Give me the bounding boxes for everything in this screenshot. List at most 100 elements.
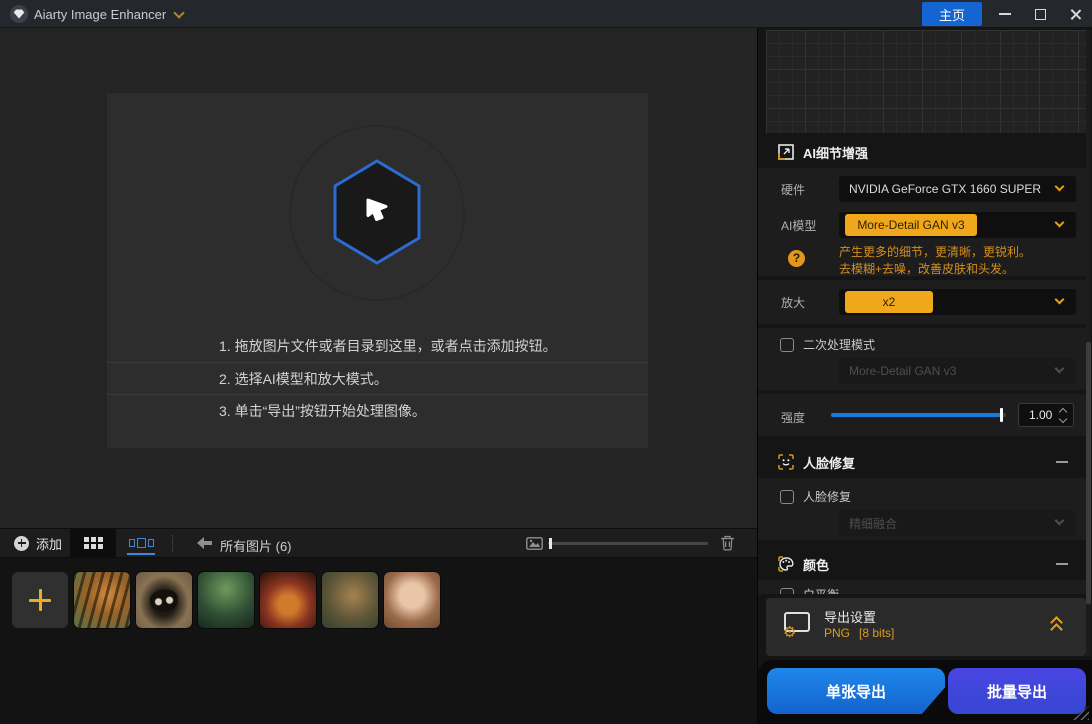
thumbnail-size-slider[interactable] [548, 542, 708, 545]
chevron-down-icon [1055, 364, 1065, 374]
strength-stepper[interactable] [1059, 407, 1068, 424]
scale-label: 放大 [781, 294, 805, 311]
hardware-label: 硬件 [781, 181, 805, 198]
strength-slider-handle[interactable] [1000, 408, 1003, 422]
chevron-down-icon [1055, 295, 1065, 305]
titlebar: Aiarty Image Enhancer 主页 [0, 0, 1092, 28]
checkbox-icon [780, 490, 794, 504]
export-button-bar: 单张导出 批量导出 [758, 660, 1092, 724]
close-button[interactable] [1058, 0, 1092, 28]
thumbnail-size-icon [526, 537, 543, 555]
canvas-grid-texture [766, 30, 1086, 133]
grid-view-button[interactable] [70, 529, 116, 557]
export-settings-title: 导出设置 [824, 607, 876, 626]
face-restore-label: 人脸修复 [803, 488, 851, 505]
export-settings-icon: ⚙ [780, 610, 814, 644]
strength-slider-fill [831, 413, 1001, 417]
app-logo-icon [10, 5, 28, 23]
hardware-select[interactable]: NVIDIA GeForce GTX 1660 SUPER [839, 176, 1076, 202]
chevron-down-icon [1055, 182, 1065, 192]
section-ai-detail: AI细节增强 [758, 140, 1086, 164]
color-palette-icon [778, 556, 794, 572]
instruction-line-1: 1. 拖放图片文件或者目录到这里，或者点击添加按钮。 [107, 330, 648, 362]
face-restore-checkbox[interactable]: 人脸修复 [780, 488, 851, 505]
checkbox-icon [780, 588, 794, 595]
chevron-down-icon [1055, 218, 1065, 228]
thumbnail-strip [0, 558, 757, 724]
color-option-checkbox[interactable]: 白平衡 [780, 586, 839, 594]
collapse-minus-icon[interactable] [1056, 563, 1068, 565]
settings-panel: AI细节增强 硬件 NVIDIA GeForce GTX 1660 SUPER … [757, 28, 1092, 724]
app-menu-chevron-icon[interactable] [173, 7, 184, 18]
minimize-button[interactable] [988, 0, 1022, 28]
toolbar-divider [172, 535, 173, 552]
ai-model-select[interactable]: More-Detail GAN v3 [839, 212, 1076, 238]
face-restore-block: 人脸修复 精细融合 [758, 478, 1086, 540]
main-canvas: 1. 拖放图片文件或者目录到这里，或者点击添加按钮。 2. 选择AI模型和放大模… [0, 28, 757, 528]
section-face-restore: 人脸修复 [758, 450, 1086, 474]
face-mode-select[interactable]: 精细融合 [839, 510, 1076, 536]
scale-pill: x2 [845, 291, 933, 313]
strength-slider[interactable] [831, 413, 1006, 417]
section-title: 人脸修复 [803, 453, 855, 472]
section-title: 颜色 [803, 555, 829, 574]
drop-hexagon-icon [329, 157, 425, 267]
secondary-model-select[interactable]: More-Detail GAN v3 [839, 358, 1076, 384]
thumbnail-size-slider-handle[interactable] [549, 538, 552, 549]
ai-model-pill: More-Detail GAN v3 [845, 214, 977, 236]
collapse-minus-icon[interactable] [1056, 461, 1068, 463]
ai-model-label: AI模型 [781, 217, 816, 234]
thumbnail-butterfly[interactable] [136, 572, 192, 628]
thumbnail-dog[interactable] [322, 572, 378, 628]
scale-block: 放大 x2 [758, 280, 1086, 324]
instruction-line-3: 3. 单击“导出”按钮开始处理图像。 [107, 394, 648, 426]
detail-settings-block: 硬件 NVIDIA GeForce GTX 1660 SUPER AI模型 Mo… [758, 168, 1086, 276]
color-option-label: 白平衡 [803, 586, 839, 594]
secondary-model-value: More-Detail GAN v3 [849, 364, 956, 378]
strength-value: 1.00 [1029, 408, 1052, 422]
plus-circle-icon [14, 536, 29, 551]
drop-zone[interactable]: 1. 拖放图片文件或者目录到这里，或者点击添加按钮。 2. 选择AI模型和放大模… [107, 93, 648, 448]
strength-value-box[interactable]: 1.00 [1018, 403, 1074, 427]
secondary-process-checkbox[interactable]: 二次处理模式 [780, 336, 875, 353]
home-button[interactable]: 主页 [922, 2, 982, 26]
active-view-underline [127, 553, 155, 555]
panel-scrollbar-thumb[interactable] [1086, 342, 1091, 604]
section-color: 颜色 [758, 552, 1086, 576]
export-format-line: PNG [8 bits] [824, 626, 894, 640]
single-export-button[interactable]: 单张导出 [767, 668, 945, 714]
grid-view-icon [84, 537, 103, 549]
add-image-tile[interactable] [12, 572, 68, 628]
export-settings-card[interactable]: ⚙ 导出设置 PNG [8 bits] [766, 598, 1086, 656]
model-description: 产生更多的细节，更清晰，更锐利。 去模糊+去噪，改善皮肤和头发。 [839, 244, 1031, 278]
thumbnail-portrait-girl[interactable] [384, 572, 440, 628]
checkbox-icon [780, 338, 794, 352]
all-images-label[interactable]: 所有图片 (6) [220, 536, 292, 555]
export-format: PNG [824, 626, 850, 640]
compare-view-button[interactable] [118, 529, 164, 557]
model-description-line1: 产生更多的细节，更清晰，更锐利。 [839, 244, 1031, 261]
thumbnail-tiger[interactable] [74, 572, 130, 628]
batch-export-button[interactable]: 批量导出 [948, 668, 1086, 714]
face-mode-value: 精细融合 [849, 515, 897, 532]
back-arrow-icon[interactable] [196, 536, 213, 555]
thumbnail-burger[interactable] [260, 572, 316, 628]
bottom-toolbar: 添加 所有图片 (6) [0, 528, 757, 558]
scale-select[interactable]: x2 [839, 289, 1076, 315]
section-title: AI细节增强 [803, 143, 868, 162]
color-block-clipped: 白平衡 [758, 580, 1086, 594]
add-images-button[interactable]: 添加 [4, 529, 72, 557]
delete-button[interactable] [720, 535, 742, 553]
instruction-line-2: 2. 选择AI模型和放大模式。 [107, 362, 648, 394]
detail-enhance-icon [778, 144, 794, 160]
model-description-line2: 去模糊+去噪，改善皮肤和头发。 [839, 261, 1031, 278]
gear-icon: ⚙ [783, 623, 796, 641]
secondary-process-block: 二次处理模式 More-Detail GAN v3 [758, 328, 1086, 390]
export-bit-depth: [8 bits] [859, 626, 894, 640]
thumbnail-jungle-figure[interactable] [198, 572, 254, 628]
compare-view-icon [129, 538, 154, 548]
help-icon[interactable]: ? [788, 250, 805, 267]
chevron-down-icon [1055, 516, 1065, 526]
maximize-button[interactable] [1023, 0, 1057, 28]
collapse-up-chevrons-icon[interactable] [1050, 618, 1064, 634]
